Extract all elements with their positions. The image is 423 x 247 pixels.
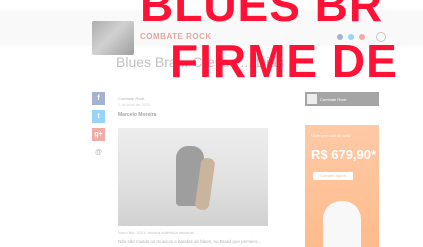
share-bar: f t g+ @ xyxy=(92,92,105,164)
page: COMBATE ROCK Blues Bra... Cresce ... Dia… xyxy=(0,0,423,247)
ad-people-image xyxy=(323,201,361,247)
twitter-icon[interactable] xyxy=(348,34,354,40)
share-google-button[interactable]: g+ xyxy=(92,128,105,141)
header-social-links xyxy=(337,34,365,40)
meta-author[interactable]: Combate Rock xyxy=(118,96,144,101)
site-header: COMBATE ROCK xyxy=(0,10,423,55)
youtube-icon[interactable] xyxy=(359,34,365,40)
share-email-button[interactable]: @ xyxy=(92,146,105,159)
share-twitter-button[interactable]: t xyxy=(92,110,105,123)
widget-logo xyxy=(307,94,317,104)
facebook-icon[interactable] xyxy=(337,34,343,40)
meta-date: 2 de Abril de 2020 xyxy=(118,102,151,107)
ad-price: R$ 679,90* xyxy=(311,147,377,162)
ad-tagline: Viaje sem sair do sofá xyxy=(311,133,351,138)
sidebar-widget[interactable]: Combate Rock xyxy=(305,92,379,106)
site-brand[interactable]: COMBATE ROCK xyxy=(140,32,212,41)
photo-caption: Nuno Mu, 2021: música autêntica nacional xyxy=(118,230,194,235)
share-facebook-button[interactable]: f xyxy=(92,92,105,105)
sidebar-ad[interactable]: Viaje sem sair do sofá R$ 679,90* Compre… xyxy=(305,125,379,247)
widget-title: Combate Rock xyxy=(320,96,347,102)
article-lead: Não são muitos os músicos e bandas de bl… xyxy=(118,239,262,244)
ad-buy-button[interactable]: Compre agora xyxy=(313,172,353,180)
article-byline: Marcelo Moreira xyxy=(118,112,157,118)
article-title: Blues Bra... Cresce ... Dias ... xyxy=(116,54,300,70)
search-icon[interactable] xyxy=(376,32,386,42)
header-band-photo xyxy=(92,21,134,55)
article-photo xyxy=(118,128,268,226)
